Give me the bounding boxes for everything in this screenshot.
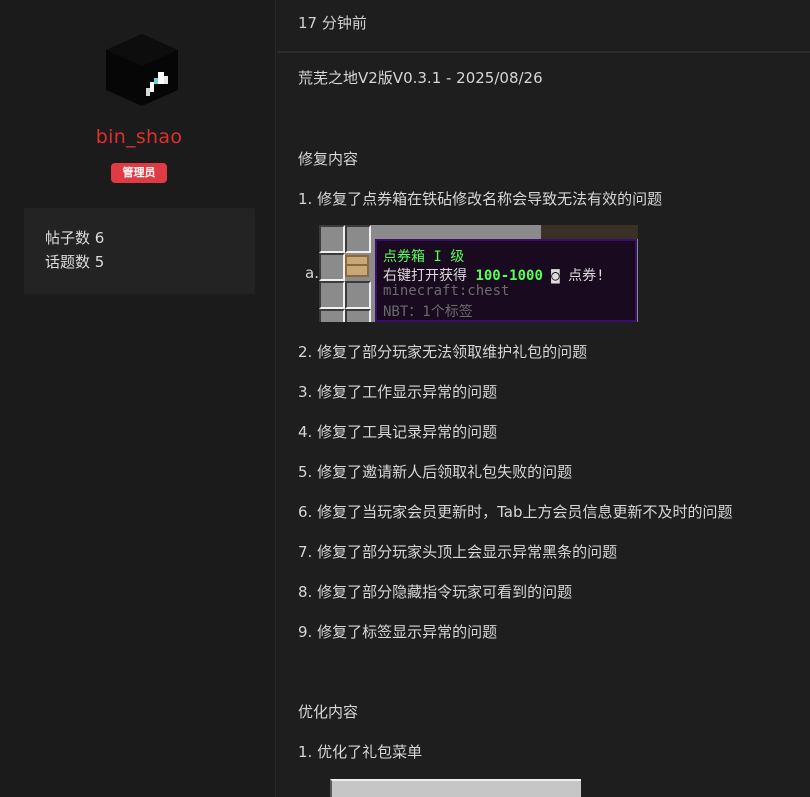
role-badge: 管理员	[111, 163, 167, 183]
sub-list-marker: a.	[305, 264, 319, 282]
post-content: 17 分钟前 荒芜之地V2版V0.3.1 - 2025/08/26 修复内容 1…	[277, 0, 810, 797]
fix-item-5: 5. 修复了邀请新人后领取礼包失败的问题	[298, 463, 573, 481]
tooltip-reward-line: 右键打开获得 100-1000 ◙ 点券!	[383, 268, 605, 284]
gift-menu-image[interactable]	[330, 779, 581, 797]
avatar[interactable]	[104, 32, 180, 108]
fix-item-6: 6. 修复了当玩家会员更新时，Tab上方会员信息更新不及时的问题	[298, 503, 733, 521]
tooltip-title: 点券箱 I 级	[383, 249, 465, 265]
fix-item-1: 1. 修复了点券箱在铁砧修改名称会导致无法有效的问题	[298, 190, 663, 208]
post-timestamp[interactable]: 17 分钟前	[298, 12, 367, 33]
item-tooltip: 点券箱 I 级 右键打开获得 100-1000 ◙ 点券! minecraft:…	[375, 239, 637, 322]
author-username[interactable]: bin_shao	[0, 126, 278, 148]
chest-icon	[345, 255, 369, 277]
divider	[277, 51, 810, 53]
optimize-heading: 优化内容	[298, 703, 359, 721]
background-block	[541, 225, 638, 239]
fix-item-2: 2. 修复了部分玩家无法领取维护礼包的问题	[298, 343, 588, 361]
tooltip-nbt: NBT：1个标签	[383, 304, 473, 320]
topic-count: 话题数 5	[45, 253, 105, 271]
fix-item-7: 7. 修复了部分玩家头顶上会显示异常黑条的问题	[298, 543, 618, 561]
post-title: 荒芜之地V2版V0.3.1 - 2025/08/26	[298, 69, 543, 87]
author-stats: 帖子数 6 话题数 5	[24, 208, 255, 294]
tooltip-item-id: minecraft:chest	[383, 283, 510, 299]
chest-tooltip-image[interactable]: 点券箱 I 级 右键打开获得 100-1000 ◙ 点券! minecraft:…	[319, 225, 638, 322]
fix-item-9: 9. 修复了标签显示异常的问题	[298, 623, 498, 641]
post-count: 帖子数 6	[45, 229, 105, 247]
fix-item-8: 8. 修复了部分隐藏指令玩家可看到的问题	[298, 583, 573, 601]
fix-heading: 修复内容	[298, 150, 359, 168]
optimize-item-1: 1. 优化了礼包菜单	[298, 743, 423, 761]
author-sidebar: bin_shao 管理员 帖子数 6 话题数 5	[0, 0, 276, 797]
fix-item-4: 4. 修复了工具记录异常的问题	[298, 423, 498, 441]
fix-item-3: 3. 修复了工作显示异常的问题	[298, 383, 498, 401]
